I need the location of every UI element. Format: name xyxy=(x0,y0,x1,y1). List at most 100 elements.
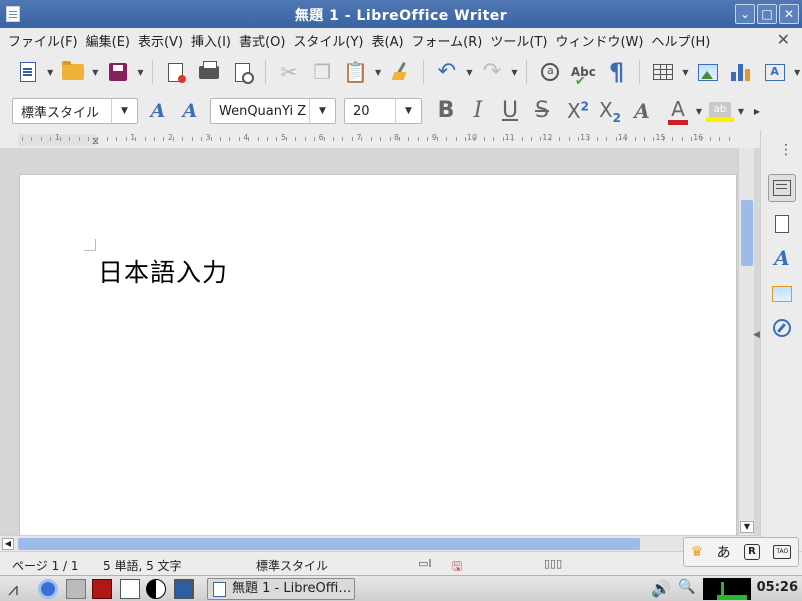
scroll-left-icon[interactable]: ◀ xyxy=(2,538,14,550)
toolbar-overflow-arrow[interactable]: ▶ xyxy=(752,107,762,116)
cut-button[interactable]: ✂ xyxy=(273,57,304,87)
horizontal-scrollbar[interactable]: ◀ xyxy=(0,535,760,551)
ime-tao-icon[interactable]: TAO xyxy=(773,545,792,559)
page-indicator[interactable]: ページ 1 / 1 xyxy=(12,557,79,574)
paste-dropdown-arrow[interactable]: ▼ xyxy=(373,68,383,77)
sidebar-styles-button[interactable]: A xyxy=(768,244,796,272)
insert-image-button[interactable] xyxy=(692,57,723,87)
maximize-button[interactable]: □ xyxy=(757,4,777,24)
text-editor-icon[interactable] xyxy=(120,579,140,599)
update-style-button[interactable]: A xyxy=(142,96,174,126)
ime-r-icon[interactable]: R xyxy=(743,544,760,560)
insert-chart-button[interactable] xyxy=(726,57,757,87)
menu-file[interactable]: ファイル(F) xyxy=(4,31,82,50)
horizontal-scroll-thumb[interactable] xyxy=(18,538,640,550)
spelling-button[interactable]: Abc xyxy=(568,57,599,89)
chevron-down-icon[interactable]: ▼ xyxy=(309,99,335,123)
strikethrough-button[interactable]: S xyxy=(526,96,558,126)
ruler-tick xyxy=(106,137,108,141)
input-mode-indicator[interactable]: あ xyxy=(717,542,731,562)
sidebar-navigator-button[interactable] xyxy=(768,314,796,342)
document-text[interactable]: 日本語入力 xyxy=(98,253,228,289)
undo-dropdown-arrow[interactable]: ▼ xyxy=(465,68,475,77)
browser-icon[interactable] xyxy=(38,579,58,599)
redo-dropdown-arrow[interactable]: ▼ xyxy=(510,68,520,77)
italic-button[interactable]: I xyxy=(462,96,494,126)
start-menu-icon[interactable]: ⩘ xyxy=(8,579,28,600)
new-document-button[interactable] xyxy=(12,57,43,87)
clock[interactable]: 05:26 xyxy=(757,580,798,595)
monitor-icon[interactable] xyxy=(174,579,194,599)
scroll-down-icon[interactable]: ▼ xyxy=(740,521,754,533)
menu-edit[interactable]: 編集(E) xyxy=(82,31,134,50)
sidebar-properties-button[interactable] xyxy=(768,174,796,202)
menu-styles[interactable]: スタイル(Y) xyxy=(289,31,367,50)
formatting-marks-button[interactable]: ¶ xyxy=(601,57,632,87)
sidebar-page-button[interactable] xyxy=(768,210,796,238)
undo-button[interactable]: ↶ xyxy=(431,57,462,87)
paste-button[interactable]: 📋 xyxy=(340,57,371,87)
terminal-icon[interactable] xyxy=(92,579,112,599)
menu-table[interactable]: 表(A) xyxy=(368,31,408,50)
copy-button[interactable]: ❐ xyxy=(307,57,338,87)
menu-view[interactable]: 表示(V) xyxy=(134,31,187,50)
clone-formatting-button[interactable] xyxy=(385,57,416,87)
sidebar-gallery-button[interactable] xyxy=(768,280,796,308)
close-document-icon[interactable]: ✕ xyxy=(777,30,790,49)
vertical-scroll-thumb[interactable] xyxy=(741,200,753,266)
open-button[interactable] xyxy=(57,57,88,87)
network-icon[interactable]: 🔍 xyxy=(678,579,698,599)
insert-table-button[interactable] xyxy=(647,57,678,87)
page-style[interactable]: 標準スタイル xyxy=(256,557,328,574)
font-size-combo[interactable]: 20 ▼ xyxy=(344,98,422,124)
highlight-dropdown-arrow[interactable]: ▼ xyxy=(736,107,746,116)
taskbar-writer-task[interactable]: 無題 1 - LibreOffi… xyxy=(207,578,355,600)
underline-button[interactable]: U xyxy=(494,96,526,126)
volume-icon[interactable]: 🔊 xyxy=(651,579,671,599)
document-page[interactable]: 日本語入力 xyxy=(19,174,737,535)
subscript-button[interactable]: X2 xyxy=(594,96,626,126)
app-icon[interactable] xyxy=(146,579,166,599)
scissors-icon: ✂ xyxy=(280,60,298,84)
word-count[interactable]: 5 単語, 5 文字 xyxy=(103,557,182,574)
font-name-combo[interactable]: WenQuanYi Z ▼ xyxy=(210,98,336,124)
view-layout-icon[interactable]: ▯▯▯ xyxy=(544,557,562,570)
close-button[interactable]: ✕ xyxy=(779,4,799,24)
save-dropdown-arrow[interactable]: ▼ xyxy=(136,68,146,77)
crown-icon[interactable]: ♛ xyxy=(691,544,704,560)
print-button[interactable] xyxy=(194,57,225,87)
insert-textbox-button[interactable]: A xyxy=(759,57,790,87)
chevron-down-icon[interactable]: ▼ xyxy=(395,99,421,123)
minimize-button[interactable]: ⌄ xyxy=(735,4,755,24)
toolbar-overflow-arrow[interactable]: ▼ xyxy=(792,68,802,77)
new-style-button[interactable]: A xyxy=(174,96,206,126)
print-preview-button[interactable] xyxy=(227,57,258,87)
font-color-dropdown-arrow[interactable]: ▼ xyxy=(694,107,704,116)
open-dropdown-arrow[interactable]: ▼ xyxy=(90,68,100,77)
sidebar-collapse-icon[interactable]: ◀ xyxy=(753,330,760,340)
file-manager-icon[interactable] xyxy=(66,579,86,599)
menu-help[interactable]: ヘルプ(H) xyxy=(647,31,714,50)
chevron-down-icon[interactable]: ▼ xyxy=(111,99,137,123)
save-button[interactable] xyxy=(102,57,133,87)
insert-mode-icon[interactable]: ▭I xyxy=(418,557,432,570)
new-dropdown-arrow[interactable]: ▼ xyxy=(45,68,55,77)
bold-button[interactable]: B xyxy=(430,96,462,126)
find-replace-button[interactable] xyxy=(534,57,565,87)
superscript-button[interactable]: X2 xyxy=(562,96,594,126)
redo-button[interactable]: ↷ xyxy=(476,57,507,87)
export-pdf-button[interactable] xyxy=(160,57,191,87)
menu-window[interactable]: ウィンドウ(W) xyxy=(551,31,647,50)
horizontal-ruler[interactable]: ⧖ 1 1 2 3 4 5 6 7 8 9 10 11 12 13 14 15 16 xyxy=(0,130,760,148)
font-color-button[interactable]: A xyxy=(662,96,694,126)
paragraph-style-combo[interactable]: 標準スタイル ▼ xyxy=(12,98,138,124)
table-dropdown-arrow[interactable]: ▼ xyxy=(681,68,691,77)
highlight-button[interactable]: ab xyxy=(704,96,736,126)
clear-formatting-button[interactable]: A xyxy=(626,96,658,126)
menu-form[interactable]: フォーム(R) xyxy=(408,31,487,50)
vertical-scrollbar[interactable]: ▼ xyxy=(738,148,754,535)
menu-format[interactable]: 書式(O) xyxy=(235,31,289,50)
sidebar-menu-icon[interactable]: ⋮ xyxy=(779,142,793,158)
menu-insert[interactable]: 挿入(I) xyxy=(187,31,235,50)
menu-tools[interactable]: ツール(T) xyxy=(486,31,551,50)
